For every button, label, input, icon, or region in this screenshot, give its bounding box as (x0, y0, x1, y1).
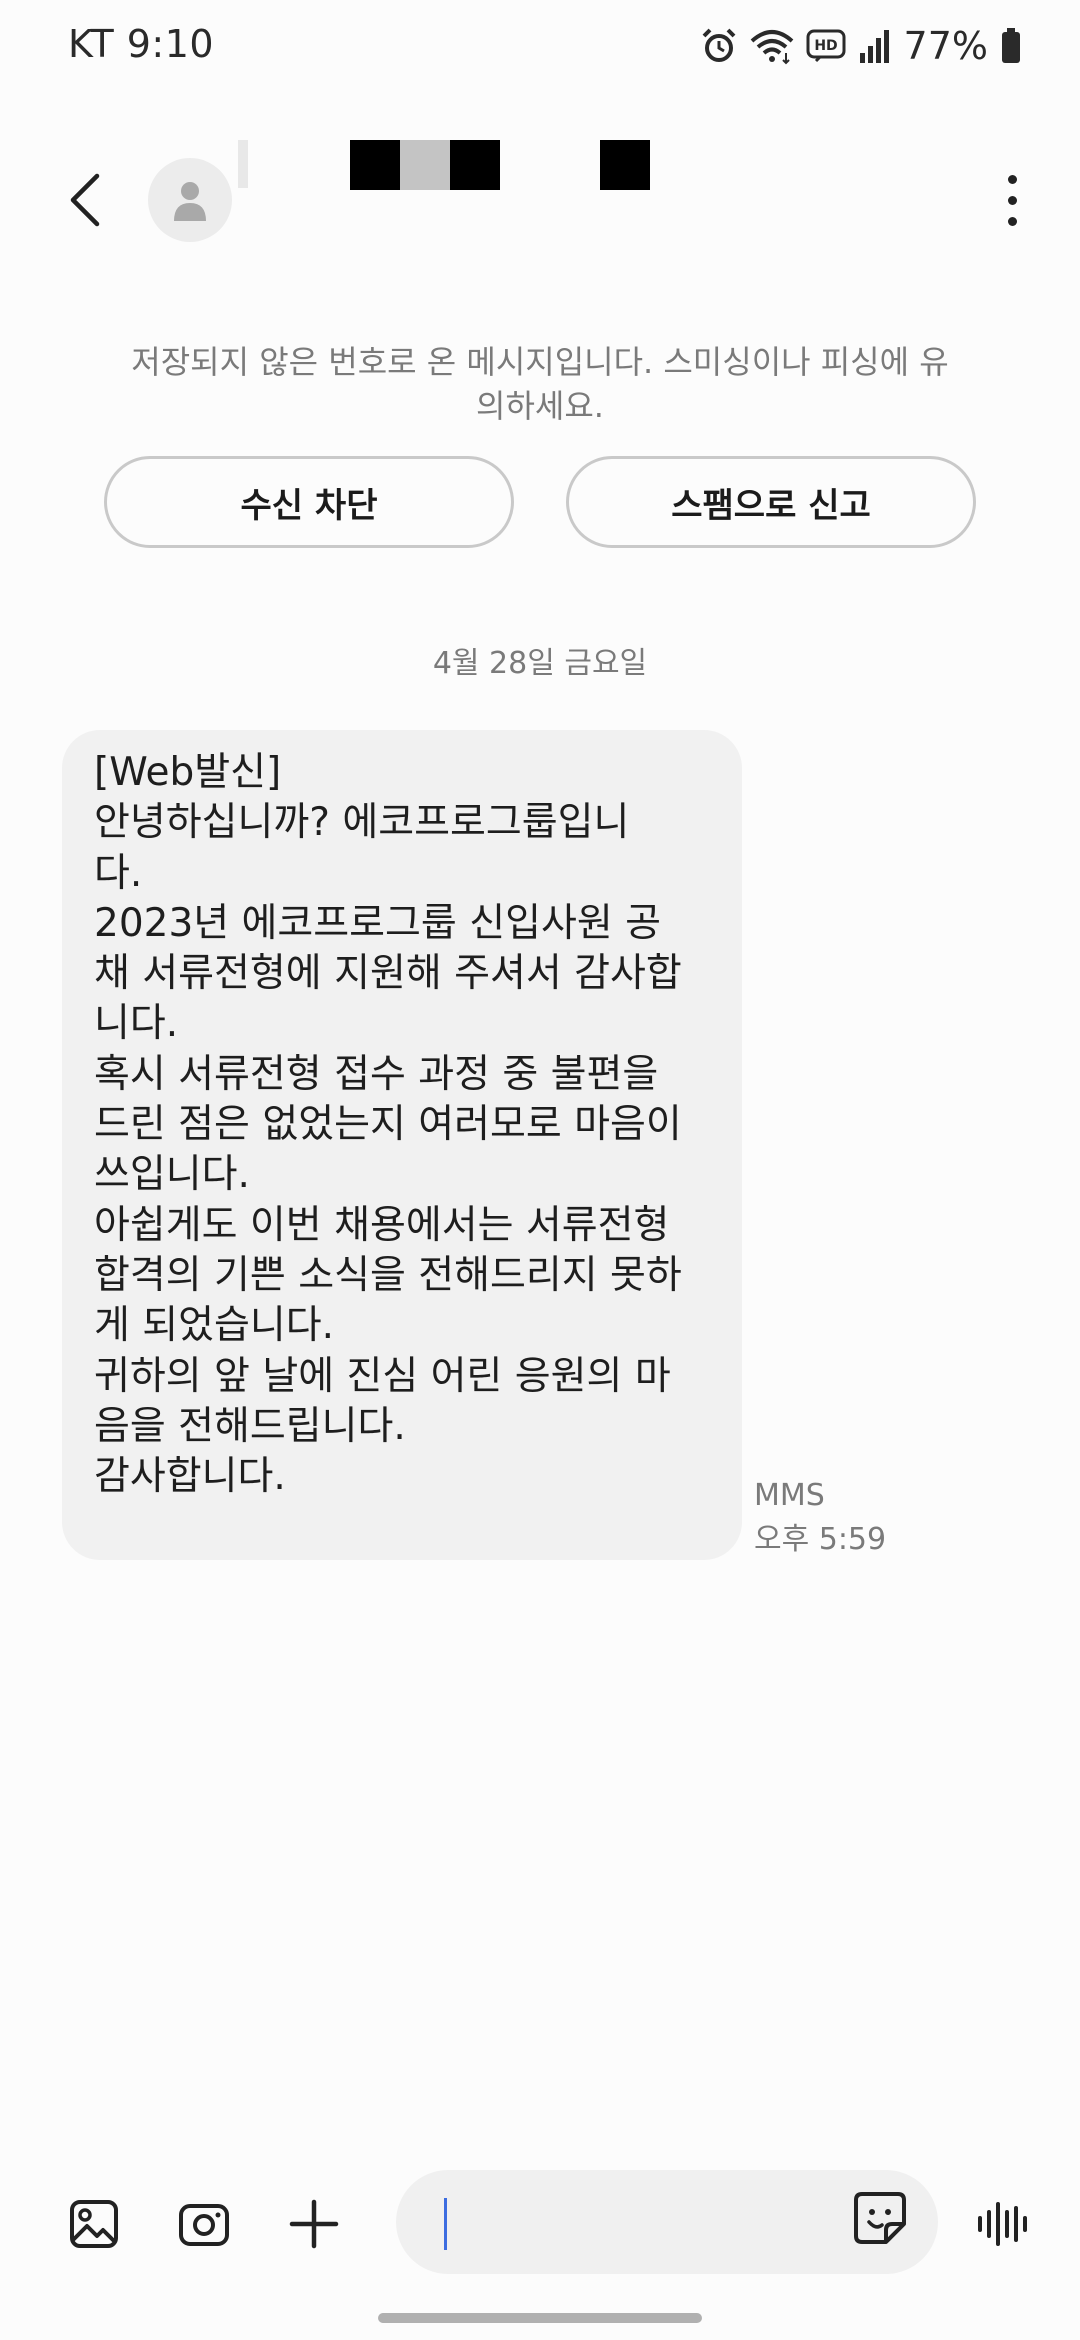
message-line: 쓰입니다. (94, 1152, 250, 1198)
camera-button[interactable] (172, 2192, 236, 2256)
status-icons: HD 77% (700, 24, 1022, 68)
messages-screen: KT 9:10 HD 77% 저장되지 않은 번호로 온 메시지입니다. 스미싱… (0, 0, 1080, 2340)
avatar-icon (174, 182, 206, 221)
message-line: 다. (94, 850, 143, 896)
more-options-button[interactable] (982, 160, 1042, 240)
back-arrow-icon (70, 173, 100, 227)
status-bar: KT 9:10 HD 77% (0, 0, 1080, 96)
message-line: 음을 전해드립니다. (94, 1403, 406, 1449)
message-line: 2023년 에코프로그룹 신입사원 공 (94, 900, 662, 946)
redacted-contact-block (600, 140, 650, 190)
message-line: 채 서류전형에 지원해 주셔서 감사합 (94, 951, 682, 997)
message-time: 오후 5:59 (754, 1522, 887, 1557)
signal-icon (859, 30, 889, 63)
unsaved-number-warning: 저장되지 않은 번호로 온 메시지입니다. 스미싱이나 피싱에 유 의하세요. (100, 340, 980, 428)
back-button[interactable] (50, 160, 120, 240)
gallery-icon (70, 2200, 118, 2248)
warning-line: 의하세요. (476, 387, 604, 425)
message-line: 혹시 서류전형 접수 과정 중 불편을 (94, 1051, 659, 1097)
redacted-contact-block (400, 140, 450, 190)
more-vert-icon (1007, 174, 1017, 184)
voice-record-button[interactable] (972, 2192, 1036, 2256)
contact-avatar[interactable] (148, 158, 232, 242)
message-line: 드린 점은 없었는지 여러모로 마음이 (94, 1102, 682, 1148)
redacted-contact-block (450, 140, 500, 190)
attach-button[interactable] (282, 2192, 346, 2256)
battery-icon (1002, 28, 1020, 63)
text-caret (444, 2198, 447, 2250)
hd-icon: HD (806, 29, 846, 63)
battery-percent: 77% (903, 24, 988, 68)
gallery-button[interactable] (62, 2192, 126, 2256)
message-line: 니다. (94, 1001, 179, 1047)
message-line: 안녕하십니까? 에코프로그룹입니 (94, 800, 630, 846)
wifi-icon (750, 30, 793, 65)
message-line: 감사합니다. (94, 1454, 286, 1500)
sticker-button[interactable] (852, 2190, 916, 2254)
message-input[interactable] (396, 2170, 938, 2274)
warning-line: 저장되지 않은 번호로 온 메시지입니다. 스미싱이나 피싱에 유 (131, 343, 949, 381)
alarm-icon (702, 28, 735, 62)
carrier-time: KT 9:10 (68, 22, 215, 66)
message-type: MMS (754, 1478, 825, 1513)
message-line: 귀하의 앞 날에 진심 어린 응원의 마 (94, 1353, 671, 1399)
message-line: 아쉽게도 이번 채용에서는 서류전형 (94, 1202, 670, 1248)
message-line: 게 되었습니다. (94, 1303, 335, 1349)
block-number-button[interactable]: 수신 차단 (104, 456, 514, 548)
report-spam-button[interactable]: 스팸으로 신고 (566, 456, 976, 548)
camera-icon (179, 2204, 229, 2246)
gesture-navigation-bar[interactable] (378, 2313, 702, 2323)
sticker-icon (854, 2192, 906, 2244)
message-bubble[interactable]: [Web발신] 안녕하십니까? 에코프로그룹입니 다. 2023년 에코프로그룹… (62, 730, 742, 1560)
date-separator: 4월 28일 금요일 (432, 646, 648, 681)
svg-text:HD: HD (814, 38, 837, 54)
plus-icon (289, 2199, 339, 2249)
conversation-header (0, 130, 1080, 270)
redacted-contact-fragment (238, 140, 248, 188)
compose-bar (0, 2170, 1080, 2280)
voice-icon (978, 2202, 1027, 2246)
message-meta: MMS 오후 5:59 (754, 1474, 886, 1562)
message-line: [Web발신] (94, 750, 282, 795)
redacted-contact-block (350, 140, 400, 190)
message-line: 합격의 기쁜 소식을 전해드리지 못하 (94, 1252, 682, 1298)
